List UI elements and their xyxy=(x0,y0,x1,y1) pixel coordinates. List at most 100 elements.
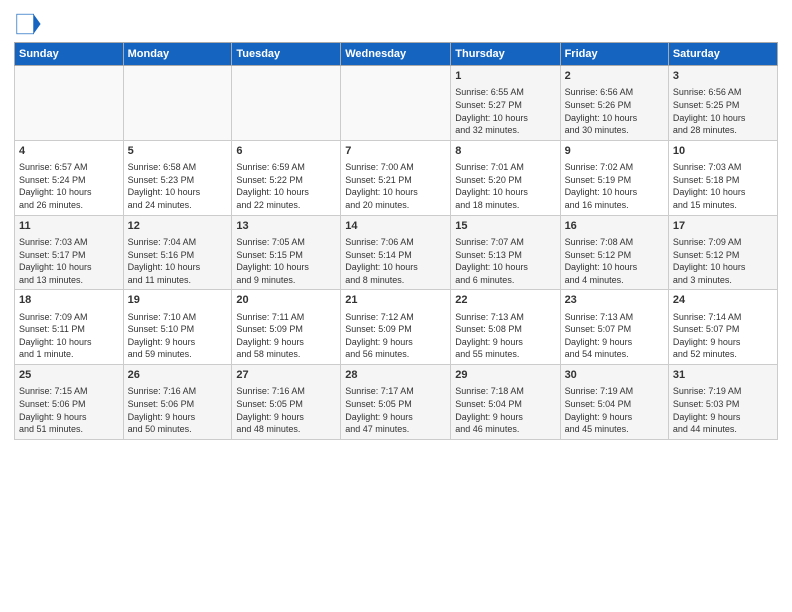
day-header-saturday: Saturday xyxy=(668,43,777,66)
calendar-cell: 7Sunrise: 7:00 AM Sunset: 5:21 PM Daylig… xyxy=(341,140,451,215)
week-row-2: 4 Sunrise: 6:57 AM Sunset: 5:24 PM Daylig… xyxy=(15,140,778,215)
day-info: Sunrise: 7:06 AM Sunset: 5:14 PM Dayligh… xyxy=(345,236,446,286)
calendar-cell: 3 Sunrise: 6:56 AM Sunset: 5:25 PM Daylig… xyxy=(668,66,777,141)
day-number: 22 xyxy=(455,293,555,308)
calendar-cell: 5 Sunrise: 6:58 AM Sunset: 5:23 PM Daylig… xyxy=(123,140,232,215)
calendar-cell: 6 Sunrise: 6:59 AM Sunset: 5:22 PM Daylig… xyxy=(232,140,341,215)
calendar-cell: 22 Sunrise: 7:13 AM Sunset: 5:08 PM Dayli… xyxy=(451,290,560,365)
calendar-cell: 16Sunrise: 7:08 AM Sunset: 5:12 PM Dayli… xyxy=(560,215,668,290)
day-number: 5 xyxy=(128,144,228,159)
calendar-cell: 15 Sunrise: 7:07 AM Sunset: 5:13 PM Dayli… xyxy=(451,215,560,290)
calendar-cell: 10Sunrise: 7:03 AM Sunset: 5:18 PM Dayli… xyxy=(668,140,777,215)
day-number: 6 xyxy=(236,144,336,159)
day-info: Sunrise: 7:09 AM Sunset: 5:12 PM Dayligh… xyxy=(673,236,773,286)
calendar-cell: 27Sunrise: 7:16 AM Sunset: 5:05 PM Dayli… xyxy=(232,365,341,440)
calendar-cell: 17 Sunrise: 7:09 AM Sunset: 5:12 PM Dayli… xyxy=(668,215,777,290)
day-info: Sunrise: 7:11 AM Sunset: 5:09 PM Dayligh… xyxy=(236,311,336,361)
day-number: 29 xyxy=(455,368,555,383)
day-number: 17 xyxy=(673,219,773,234)
day-info: Sunrise: 7:15 AM Sunset: 5:06 PM Dayligh… xyxy=(19,385,119,435)
day-number: 20 xyxy=(236,293,336,308)
calendar-header: SundayMondayTuesdayWednesdayThursdayFrid… xyxy=(15,43,778,66)
day-info: Sunrise: 6:58 AM Sunset: 5:23 PM Dayligh… xyxy=(128,161,228,211)
day-number: 7 xyxy=(345,144,446,159)
day-info: Sunrise: 6:56 AM Sunset: 5:25 PM Dayligh… xyxy=(673,86,773,136)
day-number: 3 xyxy=(673,69,773,84)
calendar-cell: 23Sunrise: 7:13 AM Sunset: 5:07 PM Dayli… xyxy=(560,290,668,365)
day-number: 15 xyxy=(455,219,555,234)
calendar-cell: 4 Sunrise: 6:57 AM Sunset: 5:24 PM Daylig… xyxy=(15,140,124,215)
day-info: Sunrise: 7:18 AM Sunset: 5:04 PM Dayligh… xyxy=(455,385,555,435)
week-row-3: 11 Sunrise: 7:03 AM Sunset: 5:17 PM Dayli… xyxy=(15,215,778,290)
calendar-cell: 20 Sunrise: 7:11 AM Sunset: 5:09 PM Dayli… xyxy=(232,290,341,365)
calendar-cell: 26Sunrise: 7:16 AM Sunset: 5:06 PM Dayli… xyxy=(123,365,232,440)
day-info: Sunrise: 7:03 AM Sunset: 5:17 PM Dayligh… xyxy=(19,236,119,286)
calendar-cell xyxy=(232,66,341,141)
calendar-cell: 1 Sunrise: 6:55 AM Sunset: 5:27 PM Daylig… xyxy=(451,66,560,141)
day-number: 19 xyxy=(128,293,228,308)
header xyxy=(14,10,778,38)
calendar: SundayMondayTuesdayWednesdayThursdayFrid… xyxy=(14,42,778,440)
day-number: 14 xyxy=(345,219,446,234)
day-info: Sunrise: 7:04 AM Sunset: 5:16 PM Dayligh… xyxy=(128,236,228,286)
day-number: 27 xyxy=(236,368,336,383)
day-number: 4 xyxy=(19,144,119,159)
day-info: Sunrise: 7:02 AM Sunset: 5:19 PM Dayligh… xyxy=(565,161,664,211)
calendar-cell: 21Sunrise: 7:12 AM Sunset: 5:09 PM Dayli… xyxy=(341,290,451,365)
day-number: 30 xyxy=(565,368,664,383)
day-number: 31 xyxy=(673,368,773,383)
day-number: 2 xyxy=(565,69,664,84)
calendar-cell: 8 Sunrise: 7:01 AM Sunset: 5:20 PM Daylig… xyxy=(451,140,560,215)
day-info: Sunrise: 6:56 AM Sunset: 5:26 PM Dayligh… xyxy=(565,86,664,136)
calendar-cell: 30 Sunrise: 7:19 AM Sunset: 5:04 PM Dayli… xyxy=(560,365,668,440)
day-info: Sunrise: 7:19 AM Sunset: 5:03 PM Dayligh… xyxy=(673,385,773,435)
day-number: 12 xyxy=(128,219,228,234)
calendar-cell xyxy=(341,66,451,141)
day-number: 11 xyxy=(19,219,119,234)
logo-icon xyxy=(14,10,42,38)
day-number: 1 xyxy=(455,69,555,84)
day-number: 13 xyxy=(236,219,336,234)
day-number: 16 xyxy=(565,219,664,234)
day-info: Sunrise: 7:07 AM Sunset: 5:13 PM Dayligh… xyxy=(455,236,555,286)
day-info: Sunrise: 7:19 AM Sunset: 5:04 PM Dayligh… xyxy=(565,385,664,435)
day-info: Sunrise: 7:12 AM Sunset: 5:09 PM Dayligh… xyxy=(345,311,446,361)
day-number: 8 xyxy=(455,144,555,159)
day-info: Sunrise: 7:01 AM Sunset: 5:20 PM Dayligh… xyxy=(455,161,555,211)
day-info: Sunrise: 7:17 AM Sunset: 5:05 PM Dayligh… xyxy=(345,385,446,435)
calendar-cell: 9 Sunrise: 7:02 AM Sunset: 5:19 PM Daylig… xyxy=(560,140,668,215)
day-header-sunday: Sunday xyxy=(15,43,124,66)
calendar-cell: 14 Sunrise: 7:06 AM Sunset: 5:14 PM Dayli… xyxy=(341,215,451,290)
calendar-cell: 29 Sunrise: 7:18 AM Sunset: 5:04 PM Dayli… xyxy=(451,365,560,440)
day-info: Sunrise: 7:13 AM Sunset: 5:08 PM Dayligh… xyxy=(455,311,555,361)
day-header-monday: Monday xyxy=(123,43,232,66)
day-info: Sunrise: 7:03 AM Sunset: 5:18 PM Dayligh… xyxy=(673,161,773,211)
logo xyxy=(14,10,46,38)
day-number: 18 xyxy=(19,293,119,308)
calendar-cell: 24 Sunrise: 7:14 AM Sunset: 5:07 PM Dayli… xyxy=(668,290,777,365)
day-number: 9 xyxy=(565,144,664,159)
page: SundayMondayTuesdayWednesdayThursdayFrid… xyxy=(0,0,792,612)
day-number: 26 xyxy=(128,368,228,383)
day-number: 23 xyxy=(565,293,664,308)
day-info: Sunrise: 7:14 AM Sunset: 5:07 PM Dayligh… xyxy=(673,311,773,361)
days-header-row: SundayMondayTuesdayWednesdayThursdayFrid… xyxy=(15,43,778,66)
day-header-tuesday: Tuesday xyxy=(232,43,341,66)
day-info: Sunrise: 6:59 AM Sunset: 5:22 PM Dayligh… xyxy=(236,161,336,211)
day-header-friday: Friday xyxy=(560,43,668,66)
week-row-1: 1 Sunrise: 6:55 AM Sunset: 5:27 PM Daylig… xyxy=(15,66,778,141)
calendar-cell: 25Sunrise: 7:15 AM Sunset: 5:06 PM Dayli… xyxy=(15,365,124,440)
calendar-cell xyxy=(123,66,232,141)
calendar-cell: 31 Sunrise: 7:19 AM Sunset: 5:03 PM Dayli… xyxy=(668,365,777,440)
calendar-cell: 19 Sunrise: 7:10 AM Sunset: 5:10 PM Dayli… xyxy=(123,290,232,365)
day-info: Sunrise: 6:57 AM Sunset: 5:24 PM Dayligh… xyxy=(19,161,119,211)
day-header-thursday: Thursday xyxy=(451,43,560,66)
day-info: Sunrise: 7:10 AM Sunset: 5:10 PM Dayligh… xyxy=(128,311,228,361)
week-row-5: 25Sunrise: 7:15 AM Sunset: 5:06 PM Dayli… xyxy=(15,365,778,440)
calendar-cell: 11 Sunrise: 7:03 AM Sunset: 5:17 PM Dayli… xyxy=(15,215,124,290)
week-row-4: 18Sunrise: 7:09 AM Sunset: 5:11 PM Dayli… xyxy=(15,290,778,365)
day-number: 24 xyxy=(673,293,773,308)
calendar-cell: 18Sunrise: 7:09 AM Sunset: 5:11 PM Dayli… xyxy=(15,290,124,365)
calendar-cell: 13Sunrise: 7:05 AM Sunset: 5:15 PM Dayli… xyxy=(232,215,341,290)
day-info: Sunrise: 6:55 AM Sunset: 5:27 PM Dayligh… xyxy=(455,86,555,136)
